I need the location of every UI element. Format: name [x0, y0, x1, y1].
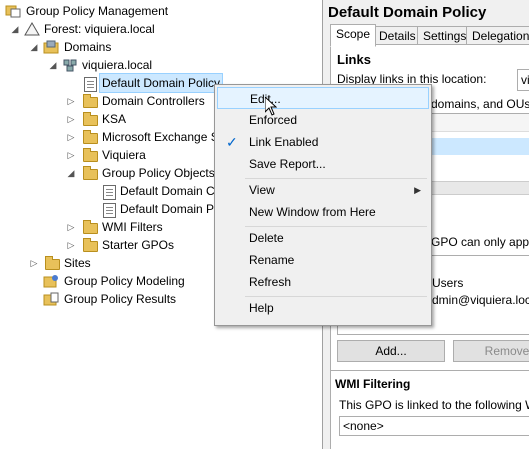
folder-icon: [83, 112, 98, 126]
forest-icon: [24, 22, 40, 36]
tree-label: Default Domain C: [120, 184, 215, 198]
menu-item-label: Rename: [249, 253, 295, 267]
wmi-section: WMI Filtering This GPO is linked to the …: [330, 370, 529, 449]
tree-label: KSA: [102, 112, 127, 126]
add-button[interactable]: Add...: [337, 340, 445, 362]
wmi-heading: WMI Filtering: [335, 377, 411, 391]
gpo-icon: [103, 203, 116, 218]
tree-label: Group Policy Modeling: [64, 274, 185, 288]
wmi-description: This GPO is linked to the following WMI: [339, 398, 529, 412]
wmi-filter-dropdown[interactable]: <none>: [339, 416, 529, 436]
menu-item-delete[interactable]: Delete: [217, 227, 429, 249]
location-dropdown[interactable]: vi: [517, 69, 529, 91]
list-item[interactable]: Users: [432, 276, 463, 290]
tree-label: Microsoft Exchange S: [102, 130, 219, 144]
tree-label: Group Policy Management: [26, 4, 169, 18]
expand-arrow-icon[interactable]: ▷: [66, 110, 76, 128]
folder-icon: [83, 148, 98, 162]
tree-label: viquiera.local: [82, 58, 153, 72]
tree-label: Domain Controllers: [102, 94, 205, 108]
menu-item-new-window[interactable]: New Window from Here: [217, 201, 429, 223]
collapse-arrow-icon[interactable]: ◢: [48, 56, 58, 74]
links-heading: Links: [337, 52, 371, 67]
tab-delegation[interactable]: Delegation: [466, 26, 529, 46]
menu-item-label: Help: [249, 301, 274, 315]
results-icon: [43, 292, 59, 306]
tree-label: WMI Filters: [102, 220, 163, 234]
menu-item-view[interactable]: View ▶: [217, 179, 429, 201]
menu-item-enforced[interactable]: Enforced: [217, 109, 429, 131]
collapse-arrow-icon[interactable]: ◢: [10, 20, 20, 38]
tab-details[interactable]: Details: [373, 26, 422, 46]
menu-item-help[interactable]: Help: [217, 297, 429, 319]
folder-icon: [83, 130, 98, 144]
expand-arrow-icon[interactable]: ▷: [29, 254, 39, 272]
tab-scope[interactable]: Scope: [330, 24, 377, 47]
folder-icon: [83, 220, 98, 234]
tree-label: Group Policy Results: [64, 292, 177, 306]
modeling-icon: [43, 274, 59, 288]
menu-item-refresh[interactable]: Refresh: [217, 271, 429, 293]
tab-settings[interactable]: Settings: [417, 26, 473, 46]
menu-item-link-enabled[interactable]: ✓ Link Enabled: [217, 131, 429, 153]
list-item[interactable]: dmin@viquiera.local): [432, 293, 529, 307]
tree-label: Sites: [64, 256, 91, 270]
expand-arrow-icon[interactable]: ▷: [66, 236, 76, 254]
remove-button[interactable]: Remove: [453, 340, 529, 362]
tree-label: Domains: [64, 40, 112, 54]
location-value: vi: [521, 73, 529, 87]
menu-item-label: Save Report...: [249, 157, 326, 171]
menu-item-label: Link Enabled: [249, 135, 319, 149]
menu-item-edit[interactable]: Edit...: [217, 87, 429, 109]
folder-icon: [83, 94, 98, 108]
menu-item-rename[interactable]: Rename: [217, 249, 429, 271]
wmi-filter-value: <none>: [343, 419, 384, 433]
menu-item-label: View: [249, 183, 275, 197]
collapse-arrow-icon[interactable]: ◢: [29, 38, 39, 56]
menu-item-label: Delete: [249, 231, 284, 245]
gpo-link-icon: [84, 77, 97, 92]
menu-item-label: New Window from Here: [249, 205, 376, 219]
expand-arrow-icon[interactable]: ▷: [66, 146, 76, 164]
menu-item-label: Refresh: [249, 275, 292, 289]
security-description: GPO can only apply to: [431, 235, 529, 249]
folder-icon: [83, 238, 98, 252]
gpm-icon: [5, 4, 21, 18]
page-title: Default Domain Policy: [328, 4, 487, 21]
gpo-icon: [103, 185, 116, 200]
domain-icon: [62, 58, 78, 72]
context-menu: Edit... Enforced ✓ Link Enabled Save Rep…: [214, 84, 432, 326]
tree-label: Forest: viquiera.local: [44, 22, 155, 36]
collapse-arrow-icon[interactable]: ◢: [66, 164, 76, 182]
tree-label: Group Policy Objects: [102, 166, 215, 180]
menu-item-save-report[interactable]: Save Report...: [217, 153, 429, 175]
expand-arrow-icon[interactable]: ▷: [66, 218, 76, 236]
expand-arrow-icon[interactable]: ▷: [66, 128, 76, 146]
folder-icon: [83, 166, 98, 180]
tree-label: Starter GPOs: [102, 238, 175, 252]
tree-label: Default Domain P: [120, 202, 215, 216]
submenu-arrow-icon: ▶: [414, 185, 421, 195]
domains-icon: [43, 40, 59, 54]
links-description: domains, and OUs are: [431, 97, 529, 111]
tree-label: Default Domain Policy: [99, 73, 224, 93]
expand-arrow-icon[interactable]: ▷: [66, 92, 76, 110]
checkmark-icon: ✓: [226, 134, 238, 150]
folder-icon: [45, 256, 60, 270]
tree-label: Viquiera: [102, 148, 146, 162]
